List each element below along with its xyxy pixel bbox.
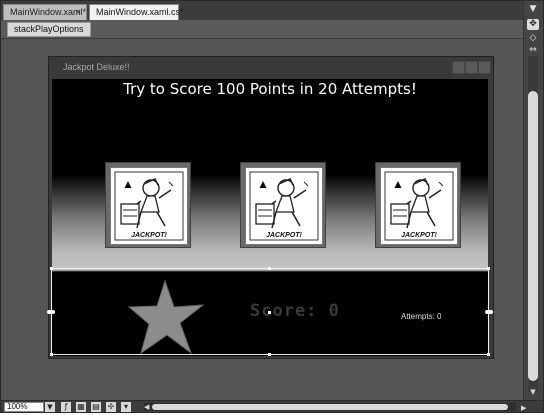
right-scroll-panel: ▼ ✥ ◇ ⇔ ▲ ▼ — [523, 1, 543, 400]
slot-reel-2: JACKPOT! — [240, 162, 326, 248]
vertical-scrollbar[interactable] — [528, 56, 538, 392]
close-icon[interactable] — [478, 61, 491, 74]
vertical-scroll-thumb[interactable] — [528, 91, 538, 381]
collapse-icon[interactable]: ⇔ — [527, 45, 539, 56]
grid-icon[interactable]: ▦ — [76, 402, 86, 412]
designer-window-frame: Jackpot Deluxe!! Try to Score 100 Points… — [48, 56, 494, 359]
chevron-down-icon[interactable]: ▼ — [45, 402, 55, 412]
minimize-icon[interactable] — [452, 61, 465, 74]
resize-handle[interactable] — [268, 353, 271, 356]
design-surface: Jackpot Deluxe!! Try to Score 100 Points… — [1, 39, 523, 400]
tab-mainwindow-xaml[interactable]: MainWindow.xaml* × — [3, 4, 87, 20]
resize-handle[interactable] — [487, 353, 490, 356]
close-icon[interactable]: × — [76, 5, 81, 20]
breadcrumb: stackPlayOptions — [1, 20, 523, 39]
maximize-icon[interactable] — [465, 61, 478, 74]
zoom-field[interactable]: 100% — [4, 402, 44, 412]
tab-mainwindow-xaml-cs[interactable]: MainWindow.xaml.cs* — [89, 4, 184, 20]
tab-label: MainWindow.xaml* — [10, 7, 87, 17]
score-label: Score: 0 — [250, 301, 340, 321]
document-tab-strip: MainWindow.xaml* × MainWindow.xaml.cs* — [1, 1, 523, 20]
swap-icon[interactable]: ◇ — [527, 33, 539, 44]
resize-handle[interactable] — [487, 267, 490, 270]
reel-caption: JACKPOT! — [401, 232, 437, 239]
pan-icon[interactable]: ✥ — [527, 19, 539, 30]
dropdown-arrow-icon[interactable]: ▼ — [527, 4, 539, 15]
snap-icon[interactable]: ✢ — [106, 402, 116, 412]
comment-icon[interactable]: ▾ — [121, 402, 131, 412]
scroll-right-icon[interactable]: ▶ — [521, 404, 526, 412]
breadcrumb-item[interactable]: stackPlayOptions — [7, 22, 91, 37]
margin-grip-right[interactable] — [485, 310, 493, 314]
split-view-icon[interactable]: ▤ — [91, 402, 101, 412]
game-headline: Try to Score 100 Points in 20 Attempts! — [123, 80, 417, 98]
attempts-label: Attempts: 0 — [401, 312, 442, 321]
star-play-button[interactable] — [127, 279, 207, 357]
slot-reel-3: JACKPOT! — [375, 162, 461, 248]
selection-center-point — [268, 311, 271, 314]
reel-caption: JACKPOT! — [266, 232, 302, 239]
hand-icon[interactable]: ƒ — [61, 402, 71, 412]
designer-status-bar: 100% ▼ ƒ ▦ ▤ ✢ ▾ ◀ ▶ — [1, 400, 543, 412]
reel-caption: JACKPOT! — [131, 232, 167, 239]
window-title: Jackpot Deluxe!! — [63, 62, 130, 72]
resize-handle[interactable] — [50, 267, 53, 270]
tab-label: MainWindow.xaml.cs* — [96, 7, 184, 17]
horizontal-scroll-thumb[interactable] — [152, 404, 508, 410]
scroll-left-icon[interactable]: ◀ — [144, 403, 149, 411]
jackpot-image: JACKPOT! — [245, 167, 323, 245]
window-client-area: Try to Score 100 Points in 20 Attempts! — [52, 79, 488, 356]
resize-handle[interactable] — [50, 353, 53, 356]
jackpot-image: JACKPOT! — [380, 167, 458, 245]
slot-reel-1: JACKPOT! — [105, 162, 191, 248]
ide-window: MainWindow.xaml* × MainWindow.xaml.cs* s… — [0, 0, 544, 413]
resize-handle[interactable] — [268, 267, 271, 270]
horizontal-scrollbar[interactable]: ◀ — [144, 403, 516, 411]
jackpot-image: JACKPOT! — [110, 167, 188, 245]
scroll-down-icon[interactable]: ▼ — [527, 388, 539, 396]
margin-grip-left[interactable] — [47, 310, 55, 314]
